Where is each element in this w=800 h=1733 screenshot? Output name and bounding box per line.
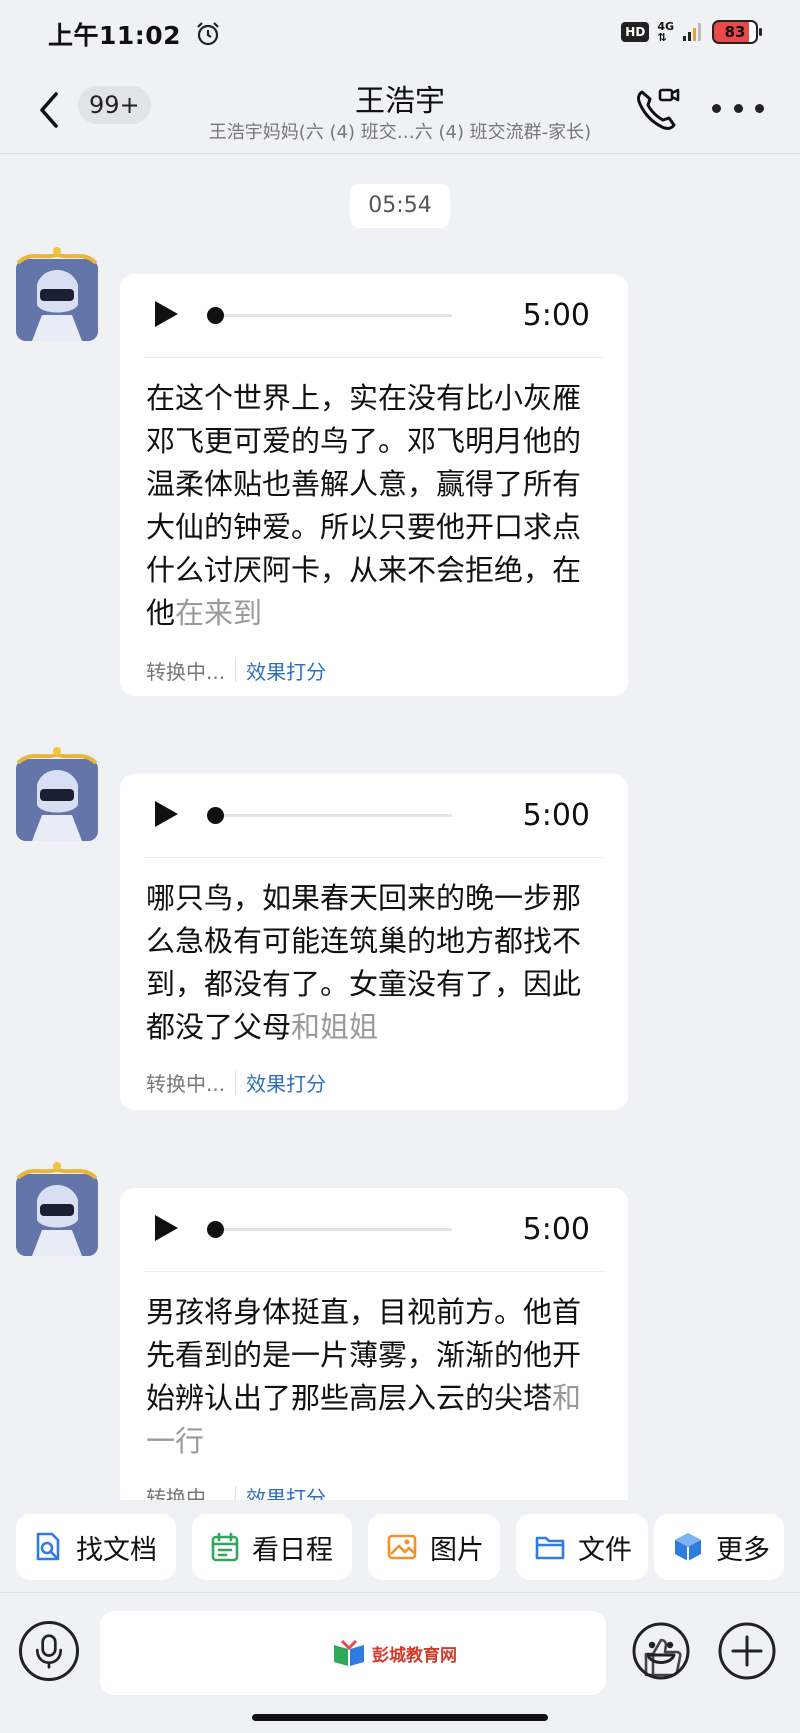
alarm-icon	[197, 22, 219, 46]
quick-action-bar: 找文档 看日程 图片 文件 更多	[0, 1500, 800, 1592]
sender-avatar[interactable]	[12, 1160, 102, 1260]
voice-message-bubble[interactable]: 5:00 哪只鸟，如果春天回来的晚一步那么急极有可能连筑巢的地方都找不到，都没有…	[120, 774, 628, 1110]
image-button[interactable]: 图片	[368, 1514, 500, 1580]
file-button[interactable]: 文件	[516, 1514, 648, 1580]
audio-duration: 5:00	[522, 1212, 590, 1247]
status-indicators: HD 4G ⇅ 83	[621, 20, 762, 44]
home-indicator[interactable]	[252, 1714, 548, 1721]
book-logo-icon	[334, 1639, 364, 1666]
audio-progress-track[interactable]	[210, 314, 452, 317]
more-label: 更多	[716, 1534, 770, 1566]
message-input[interactable]: 彭城教育网	[100, 1611, 682, 1695]
hd-badge: HD	[621, 22, 650, 42]
sender-avatar[interactable]	[12, 745, 102, 845]
doc-search-icon	[36, 1532, 60, 1561]
network-type: 4G ⇅	[657, 20, 674, 44]
plus-icon[interactable]	[717, 1621, 777, 1681]
apps-icon	[675, 1533, 701, 1561]
view-schedule-button[interactable]: 看日程	[192, 1514, 352, 1580]
transcript-footer: 转换中... 效果打分	[146, 1068, 326, 1097]
calendar-icon	[211, 1532, 239, 1562]
folder-icon	[535, 1536, 565, 1560]
header-divider	[0, 153, 800, 154]
chat-header: 99+ 王浩宇 王浩宇妈妈(六 (4) 班交…六 (4) 班交流群-家长)	[0, 68, 800, 154]
audio-progress-knob[interactable]	[207, 1221, 224, 1238]
sender-avatar[interactable]	[12, 245, 102, 345]
signal-icon	[683, 23, 701, 41]
audio-player: 5:00	[120, 774, 628, 856]
find-doc-label: 找文档	[76, 1534, 157, 1566]
voice-transcript: 男孩将身体挺直，目视前方。他首先看到的是一片薄雾，渐渐的他开始辨认出了那些高层入…	[146, 1295, 582, 1458]
microphone-icon[interactable]	[19, 1621, 79, 1681]
converting-status: 转换中...	[146, 1072, 226, 1096]
message-timestamp: 05:54	[350, 184, 450, 228]
voice-message-bubble[interactable]: 5:00 男孩将身体挺直，目视前方。他首先看到的是一片薄雾，渐渐的他开始辨认出了…	[120, 1188, 628, 1518]
emoji-icon[interactable]	[631, 1621, 691, 1681]
watermark-logo: 彭城教育网	[332, 1639, 457, 1667]
input-bar: 彭城教育网	[0, 1592, 800, 1733]
image-icon	[387, 1534, 417, 1560]
status-bar: 上午11:02 HD 4G ⇅ 83	[0, 0, 800, 68]
audio-progress-track[interactable]	[210, 1228, 452, 1231]
battery-icon: 83	[712, 20, 762, 44]
voice-message-bubble[interactable]: 5:00 在这个世界上，实在没有比小灰雁邓飞更可爱的鸟了。邓飞明月他的温柔体贴也…	[120, 274, 628, 696]
audio-duration: 5:00	[522, 798, 590, 833]
converting-status: 转换中...	[146, 660, 226, 684]
audio-progress-knob[interactable]	[207, 307, 224, 324]
more-options-icon[interactable]	[712, 88, 764, 128]
play-icon[interactable]	[152, 799, 180, 829]
audio-progress-track[interactable]	[210, 814, 452, 817]
audio-player: 5:00	[120, 274, 628, 356]
image-label: 图片	[430, 1534, 484, 1566]
rate-effect-link[interactable]: 效果打分	[246, 1068, 326, 1097]
play-icon[interactable]	[152, 299, 180, 329]
voice-transcript: 在这个世界上，实在没有比小灰雁邓飞更可爱的鸟了。邓飞明月他的温柔体贴也善解人意，…	[146, 381, 582, 630]
transcript-footer: 转换中... 效果打分	[146, 656, 326, 685]
play-icon[interactable]	[152, 1213, 180, 1243]
phone-video-icon[interactable]	[632, 84, 682, 134]
view-schedule-label: 看日程	[252, 1534, 333, 1566]
audio-duration: 5:00	[522, 298, 590, 333]
audio-progress-knob[interactable]	[207, 807, 224, 824]
rate-effect-link[interactable]: 效果打分	[246, 656, 326, 685]
status-time: 上午11:02	[48, 21, 182, 50]
file-label: 文件	[578, 1534, 632, 1566]
more-button[interactable]: 更多	[654, 1514, 784, 1580]
voice-transcript: 哪只鸟，如果春天回来的晚一步那么急极有可能连筑巢的地方都找不到，都没有了。女童没…	[146, 881, 582, 1044]
audio-player: 5:00	[120, 1188, 628, 1270]
find-doc-button[interactable]: 找文档	[16, 1514, 176, 1580]
